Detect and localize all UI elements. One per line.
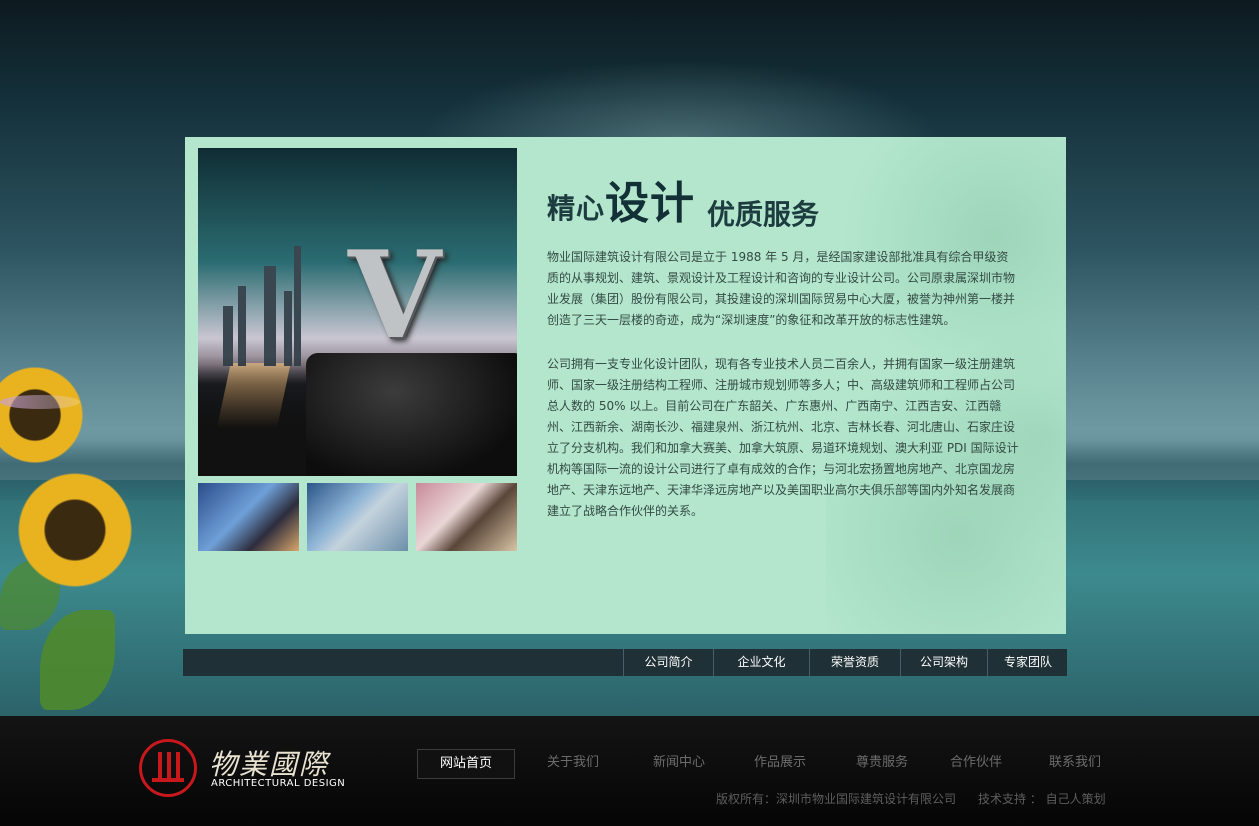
hero-tower — [284, 291, 292, 366]
subnav-corporate-culture[interactable]: 企业文化 — [713, 649, 809, 676]
hero-rock — [306, 353, 517, 476]
content-panel: V 精心设计 优质服务 物业国际建筑设计有限公司是立于 1988 年 5 月，是… — [185, 137, 1066, 634]
logo-chinese-name: 物業國際 — [209, 748, 330, 781]
logo-bar — [152, 778, 184, 782]
hero-v-letter: V — [348, 225, 442, 366]
headline-part1: 精心设计 — [547, 167, 695, 231]
nav-news[interactable]: 新闻中心 — [636, 749, 722, 777]
subnav-honors[interactable]: 荣誉资质 — [809, 649, 900, 676]
sunflower-decoration — [5, 470, 145, 590]
subnav-structure[interactable]: 公司架构 — [900, 649, 987, 676]
nav-home[interactable]: 网站首页 — [417, 749, 515, 779]
dragonfly-decoration — [0, 395, 80, 409]
page-headline: 精心设计 优质服务 — [547, 159, 847, 231]
intro-paragraph-2: 公司拥有一支专业化设计团队，现有各专业技术人员二百余人，并拥有国家一级注册建筑师… — [547, 357, 1019, 518]
hero-tower — [264, 266, 276, 366]
sub-navigation-bar: 公司简介 企业文化 荣誉资质 公司架构 专家团队 — [183, 649, 1067, 676]
nav-partners[interactable]: 合作伙伴 — [933, 749, 1019, 777]
headline-big: 设计 — [605, 178, 696, 229]
copyright-line: 版权所有：深圳市物业国际建筑设计有限公司 技术支持 ： 自己人策划 — [716, 790, 1128, 807]
logo-icon[interactable] — [139, 739, 197, 797]
copyright-text: 版权所有：深圳市物业国际建筑设计有限公司 — [716, 792, 957, 806]
headline-part2: 优质服务 — [707, 198, 820, 231]
subnav-expert-team[interactable]: 专家团队 — [987, 649, 1068, 676]
subnav-company-intro[interactable]: 公司简介 — [623, 649, 713, 676]
logo-english-name: ARCHITECTURAL DESIGN — [211, 778, 346, 789]
nav-works[interactable]: 作品展示 — [737, 749, 823, 777]
intro-paragraph-1: 物业国际建筑设计有限公司是立于 1988 年 5 月，是经国家建设部批准具有综合… — [547, 250, 1016, 327]
thumbnail-building-2[interactable] — [307, 483, 408, 551]
nav-services[interactable]: 尊贵服务 — [839, 749, 925, 777]
hero-image: V — [198, 148, 517, 476]
hero-tower — [238, 286, 246, 366]
nav-contact[interactable]: 联系我们 — [1032, 749, 1118, 777]
tech-support-text: 技术支持 ： 自己人策划 — [978, 792, 1106, 806]
headline-small: 精心 — [547, 192, 606, 225]
nav-about[interactable]: 关于我们 — [530, 749, 616, 777]
thumbnail-building-1[interactable] — [198, 483, 299, 551]
thumbnail-building-3[interactable] — [416, 483, 517, 551]
hero-tower — [294, 246, 301, 366]
